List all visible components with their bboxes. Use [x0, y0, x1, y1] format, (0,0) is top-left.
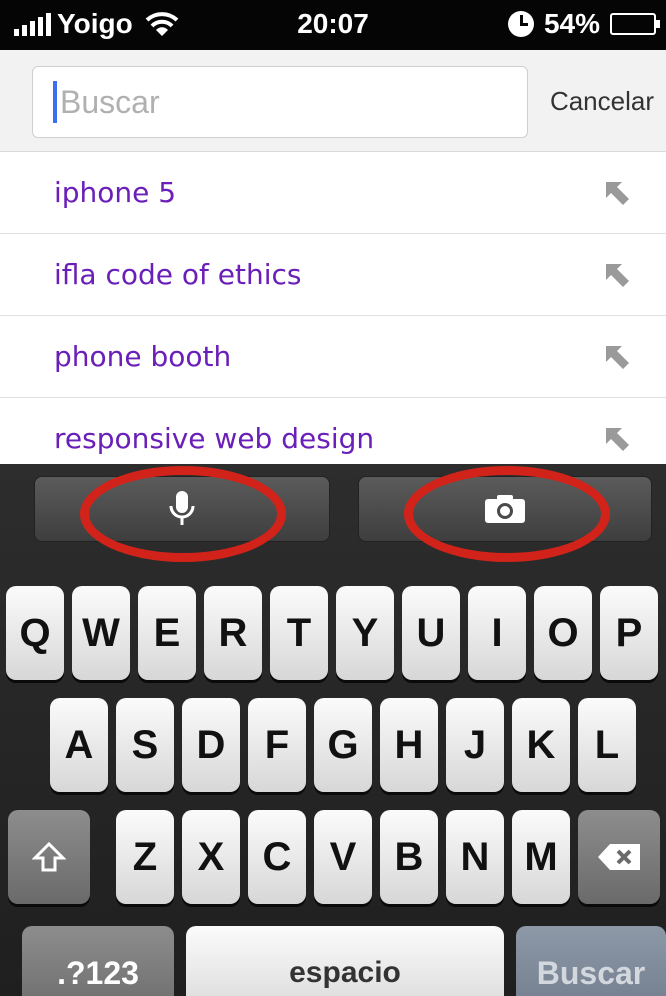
key-f[interactable]: F	[248, 698, 306, 792]
voice-search-button[interactable]	[34, 476, 330, 542]
key-s[interactable]: S	[116, 698, 174, 792]
key-x[interactable]: X	[182, 810, 240, 904]
shift-key[interactable]	[8, 810, 90, 904]
suggestion-list: iphone 5 ifla code of ethics phone booth re…	[0, 152, 666, 464]
backspace-icon	[598, 844, 640, 870]
backspace-key[interactable]	[578, 810, 660, 904]
search-header: Cancelar	[0, 50, 666, 152]
keyboard-toolbar	[0, 464, 666, 562]
suggestion-item[interactable]: iphone 5	[0, 152, 666, 234]
key-e[interactable]: E	[138, 586, 196, 680]
search-box[interactable]	[32, 66, 528, 138]
symbols-key[interactable]: .?123	[22, 926, 174, 996]
suggestion-item[interactable]: ifla code of ethics	[0, 234, 666, 316]
camera-search-button[interactable]	[358, 476, 652, 542]
key-g[interactable]: G	[314, 698, 372, 792]
search-input[interactable]	[60, 83, 500, 121]
space-key[interactable]: espacio	[186, 926, 504, 996]
key-p[interactable]: P	[600, 586, 658, 680]
key-h[interactable]: H	[380, 698, 438, 792]
suggestion-label: phone booth	[54, 340, 232, 373]
key-a[interactable]: A	[50, 698, 108, 792]
suggestion-item[interactable]: responsive web design	[0, 398, 666, 464]
microphone-icon	[169, 491, 195, 525]
fill-query-arrow-icon[interactable]	[602, 260, 632, 290]
battery-percent: 54%	[543, 8, 600, 39]
suggestion-label: iphone 5	[54, 176, 177, 209]
key-c[interactable]: C	[248, 810, 306, 904]
shift-arrow-icon	[32, 841, 66, 872]
key-r[interactable]: R	[204, 586, 262, 680]
alarm-clock-icon	[507, 11, 534, 37]
key-i[interactable]: I	[468, 586, 526, 680]
key-m[interactable]: M	[512, 810, 570, 904]
key-j[interactable]: J	[446, 698, 504, 792]
key-l[interactable]: L	[578, 698, 636, 792]
key-v[interactable]: V	[314, 810, 372, 904]
key-o[interactable]: O	[534, 586, 592, 680]
key-d[interactable]: D	[182, 698, 240, 792]
key-k[interactable]: K	[512, 698, 570, 792]
key-w[interactable]: W	[72, 586, 130, 680]
fill-query-arrow-icon[interactable]	[602, 342, 632, 372]
key-n[interactable]: N	[446, 810, 504, 904]
key-t[interactable]: T	[270, 586, 328, 680]
fill-query-arrow-icon[interactable]	[602, 424, 632, 454]
camera-icon	[485, 495, 525, 523]
status-bar: Yoigo 20:07 54%	[0, 0, 666, 50]
battery-icon	[610, 13, 660, 35]
suggestion-label: responsive web design	[54, 422, 375, 455]
status-right: 54%	[507, 8, 660, 40]
text-caret	[53, 81, 57, 123]
suggestion-label: ifla code of ethics	[54, 258, 302, 291]
fill-query-arrow-icon[interactable]	[602, 178, 632, 208]
suggestion-item[interactable]: phone booth	[0, 316, 666, 398]
key-u[interactable]: U	[402, 586, 460, 680]
cancel-button[interactable]: Cancelar	[550, 86, 654, 117]
key-z[interactable]: Z	[116, 810, 174, 904]
key-b[interactable]: B	[380, 810, 438, 904]
keyboard: Q W E R T Y U I O P A S D F G H J K L Z X C V B N M .?123 espacio Bu…	[0, 464, 666, 996]
key-q[interactable]: Q	[6, 586, 64, 680]
key-y[interactable]: Y	[336, 586, 394, 680]
search-go-key[interactable]: Buscar	[516, 926, 666, 996]
